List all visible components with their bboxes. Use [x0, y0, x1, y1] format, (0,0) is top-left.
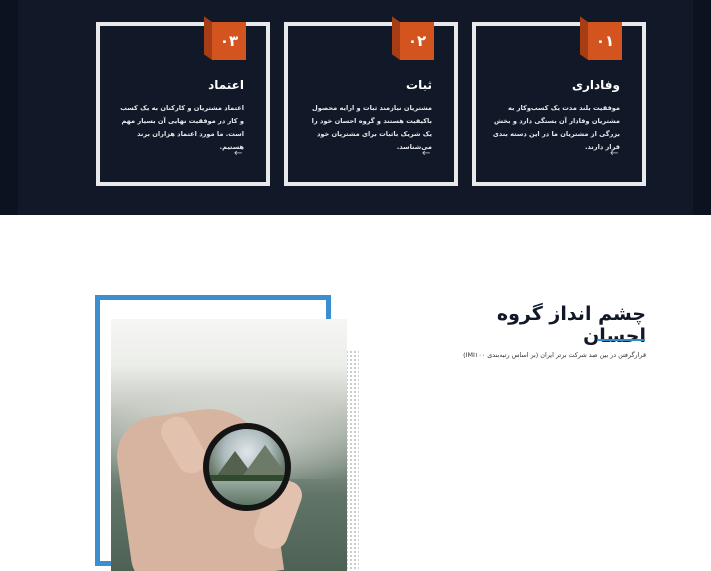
arrow-left-icon[interactable]: ← — [234, 148, 242, 159]
arrow-left-icon[interactable]: ← — [610, 148, 618, 159]
card-text: اعتماد مشتریان و کارکنان به یک کسب و کار… — [120, 104, 244, 151]
value-card-loyalty[interactable]: ۰۱ وفاداری موفقیت بلند مدت یک کسب‌وکار ب… — [472, 22, 646, 186]
card-title: ثبات — [406, 78, 432, 92]
values-section: ۰۳ اعتماد اعتماد مشتریان و کارکنان به یک… — [0, 0, 711, 215]
section-edge-left — [0, 0, 18, 215]
card-title: اعتماد — [208, 78, 244, 92]
card-number-badge: ۰۳ — [212, 22, 246, 60]
card-text: موفقیت بلند مدت یک کسب‌وکار به مشتریان و… — [492, 104, 620, 151]
dot-pattern-decoration — [345, 350, 359, 570]
arrow-left-icon[interactable]: ← — [422, 148, 430, 159]
value-card-trust[interactable]: ۰۳ اعتماد اعتماد مشتریان و کارکنان به یک… — [96, 22, 270, 186]
lens-icon — [203, 423, 291, 511]
title-underline — [597, 339, 645, 341]
vision-photo — [111, 319, 347, 571]
value-card-stability[interactable]: ۰۲ ثبات مشتریان نیازمند ثبات و ارایه محص… — [284, 22, 458, 186]
card-number-badge: ۰۲ — [400, 22, 434, 60]
card-number-badge: ۰۱ — [588, 22, 622, 60]
section-edge-right — [693, 0, 711, 215]
card-text: مشتریان نیازمند ثبات و ارایه محصول باکیف… — [311, 104, 432, 151]
card-title: وفاداری — [572, 78, 620, 92]
vision-text: قرارگرفتن در بین صد شرکت برتر ایران (بر … — [463, 351, 646, 359]
